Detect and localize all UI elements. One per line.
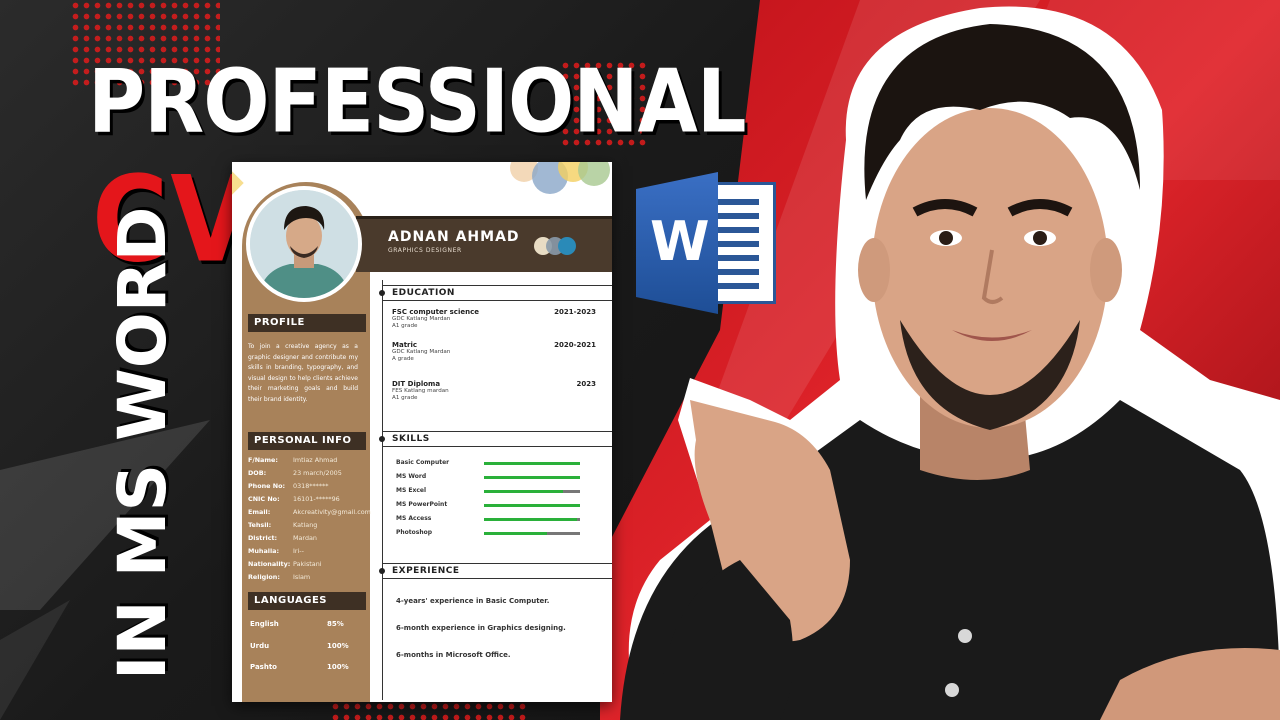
language-row: English 85% [250,620,344,628]
cv-name-circles [534,237,582,257]
experience-item: 4-years' experience in Basic Computer. [396,597,550,605]
cv-timeline-line [382,280,383,700]
skill-bar [484,476,580,479]
cv-personal-info-heading: PERSONAL INFO [248,432,366,450]
personal-info-row: CNIC No: 16101-*****96 [248,495,340,503]
skill-bar [484,518,580,521]
cv-name: ADNAN AHMAD [388,229,520,245]
education-item: FSC computer science 2021-2023 GDC Katlan… [392,308,596,330]
skill-bar-fill [484,490,563,493]
cv-profile-photo [246,186,362,302]
personal-info-row: Email: Akcreativity@gmail.com [248,508,371,516]
language-row: Urdu 100% [250,642,349,650]
skill-label: MS Access [396,515,432,522]
skill-bar-fill [484,476,580,479]
skill-label: MS Word [396,473,427,480]
cv-role: GRAPHICS DESIGNER [388,247,462,254]
cv-profile-text: To join a creative agency as a graphic d… [248,343,358,403]
skill-bar [484,490,580,493]
skill-row: Photoshop [396,529,606,541]
skill-row: MS Excel [396,487,606,499]
cv-name-bar: ADNAN AHMAD GRAPHICS DESIGNER [356,216,612,272]
personal-info-row: Muhalla: Iri-- [248,547,304,555]
headline-in-ms-word: IN MS WORD [104,206,181,680]
skill-bar-fill [484,532,548,535]
cv-profile-heading: PROFILE [248,314,366,332]
cv-document: ADNAN AHMAD GRAPHICS DESIGNER PROFILE To… [232,162,612,702]
education-item: DIT Diploma 2023 FES Katlang mardan A1 gra… [392,380,596,402]
education-item: Matric 2020-2021 GDC Katlang Mardan A grad… [392,341,596,363]
skill-row: MS PowerPoint [396,501,606,513]
personal-info-row: Nationality: Pakistani [248,560,322,568]
skill-label: Photoshop [396,529,433,536]
cv-experience-heading: EXPERIENCE [379,563,612,579]
personal-info-row: District: Mardan [248,534,317,542]
skill-label: MS PowerPoint [396,501,448,508]
personal-info-row: DOB: 23 march/2005 [248,469,342,477]
experience-item: 6-months in Microsoft Office. [396,651,511,659]
personal-info-row: Tehsil: Katlang [248,521,318,529]
skill-row: MS Word [396,473,606,485]
experience-item: 6-month experience in Graphics designing… [396,624,566,632]
person-pointing-illustration [620,6,1280,720]
personal-info-row: Religion: Islam [248,573,311,581]
cv-skills-heading: SKILLS [379,431,612,447]
cv-languages-heading: LANGUAGES [248,592,366,610]
cv-education-heading: EDUCATION [379,285,612,301]
skill-row: MS Access [396,515,606,527]
language-row: Pashto 100% [250,663,349,671]
skill-bar [484,532,580,535]
personal-info-row: Phone No: 0318****** [248,482,329,490]
skill-bar [484,504,580,507]
skill-row: Basic Computer [396,459,606,471]
skill-bar-fill [484,518,578,521]
skill-label: MS Excel [396,487,427,494]
skill-label: Basic Computer [396,459,450,466]
skill-bar [484,462,580,465]
personal-info-row: F/Name: Imtiaz Ahmad [248,456,338,464]
skill-bar-fill [484,462,580,465]
skill-bar-fill [484,504,580,507]
